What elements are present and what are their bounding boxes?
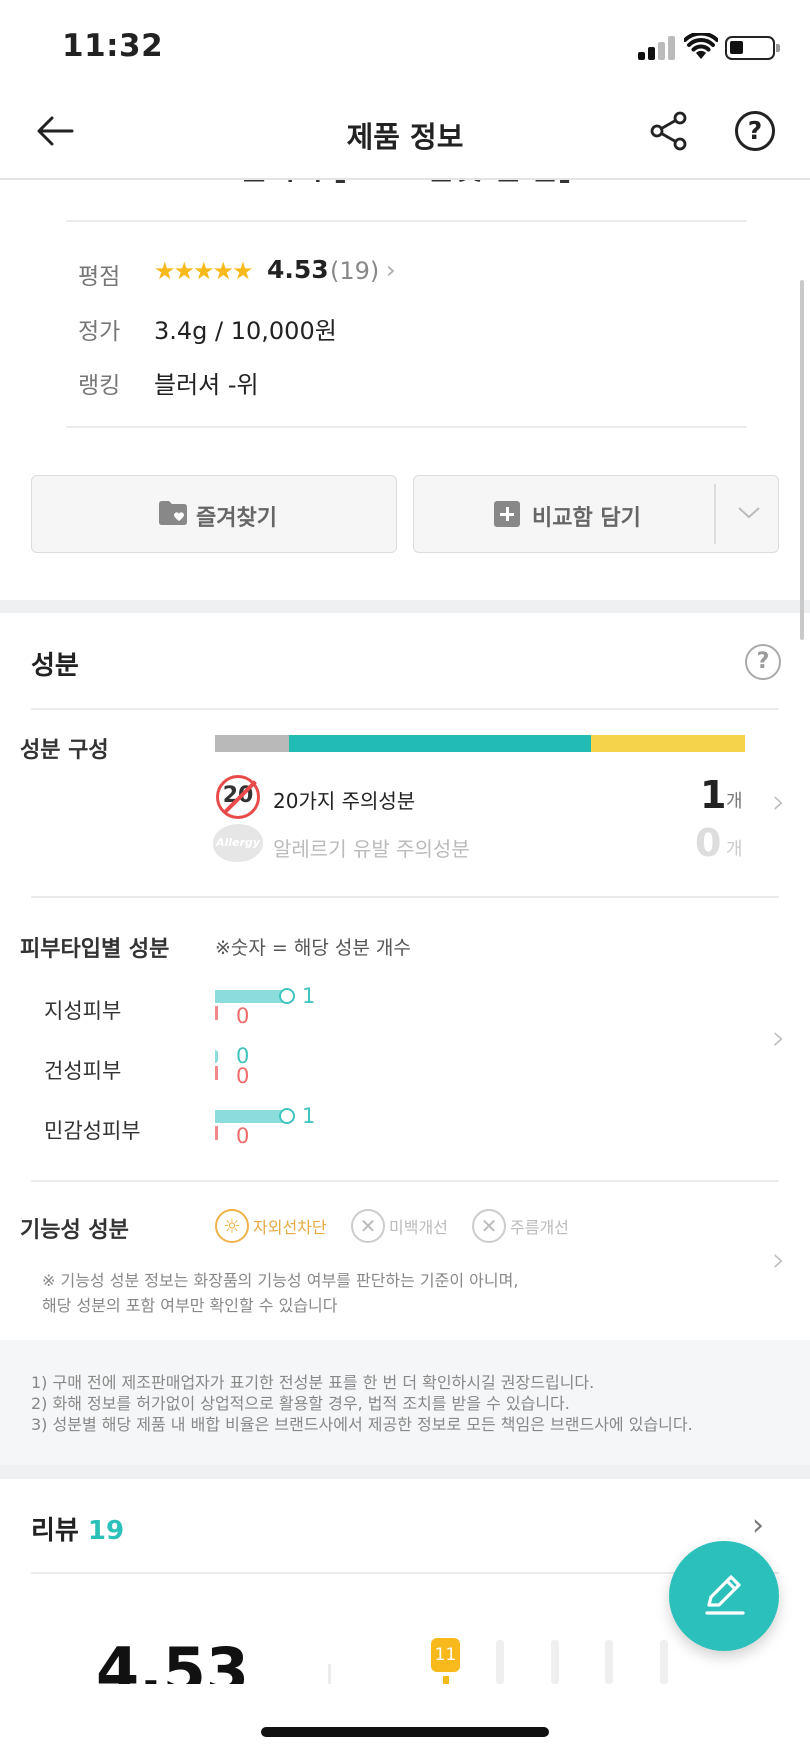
skin-type-chevron-right-icon[interactable]: › (772, 1018, 786, 1058)
compare-label: 비교함 담기 (532, 506, 641, 531)
composition-label: 성분 구성 (20, 738, 109, 763)
disclaimer-line: 3) 성분별 해당 제품 내 배합 비율은 브랜드사에서 제공한 정보로 모든 … (31, 1415, 693, 1434)
warning-count: 1 (700, 773, 727, 817)
scrollbar[interactable] (800, 280, 804, 640)
functional-note: 해당 성분의 포함 여부만 확인할 수 있습니다 (42, 1296, 338, 1315)
sun-icon: ☼ (215, 1209, 249, 1243)
plus-square-icon (494, 501, 520, 527)
ingredients-help-button[interactable]: ? (745, 644, 781, 680)
good-count: 1 (302, 1104, 316, 1128)
histogram-bar (660, 1640, 668, 1684)
bad-count: 0 (236, 1004, 250, 1028)
top-navigation: 제품 정보 ? (0, 84, 810, 180)
chip-label: 주름개선 (510, 1218, 569, 1237)
drop-icon (279, 988, 295, 1004)
home-indicator[interactable] (261, 1727, 549, 1737)
divider (714, 484, 716, 544)
divider (66, 220, 746, 222)
section-separator (0, 1465, 810, 1479)
pencil-icon (699, 1569, 749, 1619)
chip-whitening: ✕ 미백개선 (351, 1209, 448, 1243)
chip-label: 미백개선 (389, 1218, 448, 1237)
histogram-bar (328, 1664, 331, 1684)
bad-bar (215, 1066, 218, 1080)
rating-count: (19) (330, 257, 380, 285)
disclaimer-line: 2) 화해 정보를 허가없이 상업적으로 활용할 경우, 법적 조치를 받을 수… (31, 1394, 570, 1413)
chip-uv-protection: ☼ 자외선차단 (215, 1209, 327, 1243)
composition-segment-2 (591, 735, 745, 752)
allergy-ingredients-label: 알레르기 유발 주의성분 (273, 837, 470, 861)
skin-row-label: 건성피부 (44, 1059, 122, 1083)
chip-label: 자외선차단 (253, 1218, 327, 1237)
disclaimer-box: 1) 구매 전에 제조판매업자가 표기한 전성분 표를 한 번 더 확인하시길 … (0, 1340, 810, 1465)
ingredients-title: 성분 (31, 651, 79, 681)
rating-stars: ★★★★★ (154, 257, 254, 285)
divider (31, 1572, 779, 1574)
x-circle-icon: ✕ (351, 1209, 385, 1243)
reviews-chevron-right-icon[interactable]: › (752, 1508, 764, 1543)
divider (66, 426, 746, 428)
composition-chevron-right-icon[interactable]: › (772, 782, 786, 822)
drop-icon (279, 1108, 295, 1124)
functional-title: 기능성 성분 (20, 1218, 129, 1243)
composition-segment-1 (289, 735, 592, 752)
divider (31, 708, 779, 710)
allergy-badge-icon: Allergy (213, 824, 263, 862)
reviews-title: 리뷰 (31, 1516, 79, 1546)
price-label: 정가 (78, 319, 121, 345)
rank-value: 블러셔 -위 (154, 371, 259, 399)
warning-ingredients-label: 20가지 주의성분 (273, 789, 416, 813)
help-button[interactable]: ? (735, 111, 775, 151)
good-count: 1 (302, 984, 316, 1008)
section-separator (0, 600, 810, 613)
divider (31, 1180, 779, 1182)
share-icon[interactable] (648, 110, 690, 152)
wifi-icon (683, 31, 719, 61)
chevron-down-icon[interactable] (734, 498, 764, 528)
bad-bar (215, 1126, 218, 1140)
divider (31, 896, 779, 898)
skin-type-title: 피부타입별 성분 (20, 937, 170, 962)
twenty-warning-badge-icon: 20 (216, 775, 260, 819)
histogram-bar (443, 1676, 449, 1684)
big-rating-display: 4.53 (96, 1640, 249, 1684)
bad-count: 0 (236, 1124, 250, 1148)
reviews-count: 19 (87, 1516, 125, 1546)
favorite-label: 즐겨찾기 (196, 506, 277, 531)
rank-label: 랭킹 (78, 373, 121, 399)
histogram-bar (496, 1640, 504, 1684)
disclaimer-line: 1) 구매 전에 제조판매업자가 표기한 전성분 표를 한 번 더 확인하시길 … (31, 1373, 595, 1392)
functional-chevron-right-icon[interactable]: › (772, 1240, 786, 1280)
chevron-right-icon[interactable]: › (386, 256, 396, 284)
allergy-count: 0 (695, 821, 722, 865)
cellular-signal-icon (638, 36, 676, 60)
write-review-button[interactable] (669, 1541, 779, 1651)
composition-segment-0 (215, 735, 290, 752)
composition-bar (215, 735, 745, 752)
bad-bar (215, 1006, 218, 1020)
functional-note: ※ 기능성 성분 정보는 화장품의 기능성 여부를 판단하는 기준이 아니며, (42, 1271, 519, 1290)
compare-button[interactable]: 비교함 담기 (413, 475, 779, 553)
price-value: 3.4g / 10,000원 (154, 317, 337, 345)
histogram-top-badge: 11 (431, 1638, 460, 1672)
rating-value: 4.53 (267, 255, 329, 284)
good-bar (215, 1050, 218, 1063)
histogram-bar (551, 1640, 559, 1684)
rating-label: 평점 (78, 264, 121, 290)
bad-count: 0 (236, 1064, 250, 1088)
chip-anti-wrinkle: ✕ 주름개선 (472, 1209, 569, 1243)
folder-heart-icon (158, 500, 188, 526)
skin-type-note: ※숫자 = 해당 성분 개수 (215, 937, 411, 959)
skin-row-label: 민감성피부 (44, 1119, 141, 1143)
status-time: 11:32 (62, 28, 164, 64)
warning-unit: 개 (726, 791, 743, 812)
histogram-bar (605, 1640, 613, 1684)
x-circle-icon: ✕ (472, 1209, 506, 1243)
allergy-unit: 개 (726, 839, 743, 860)
reviews-header[interactable]: 리뷰 19 (31, 1510, 124, 1547)
skin-row-label: 지성피부 (44, 999, 122, 1023)
favorite-button[interactable]: 즐겨찾기 (31, 475, 397, 553)
battery-icon (725, 36, 780, 60)
